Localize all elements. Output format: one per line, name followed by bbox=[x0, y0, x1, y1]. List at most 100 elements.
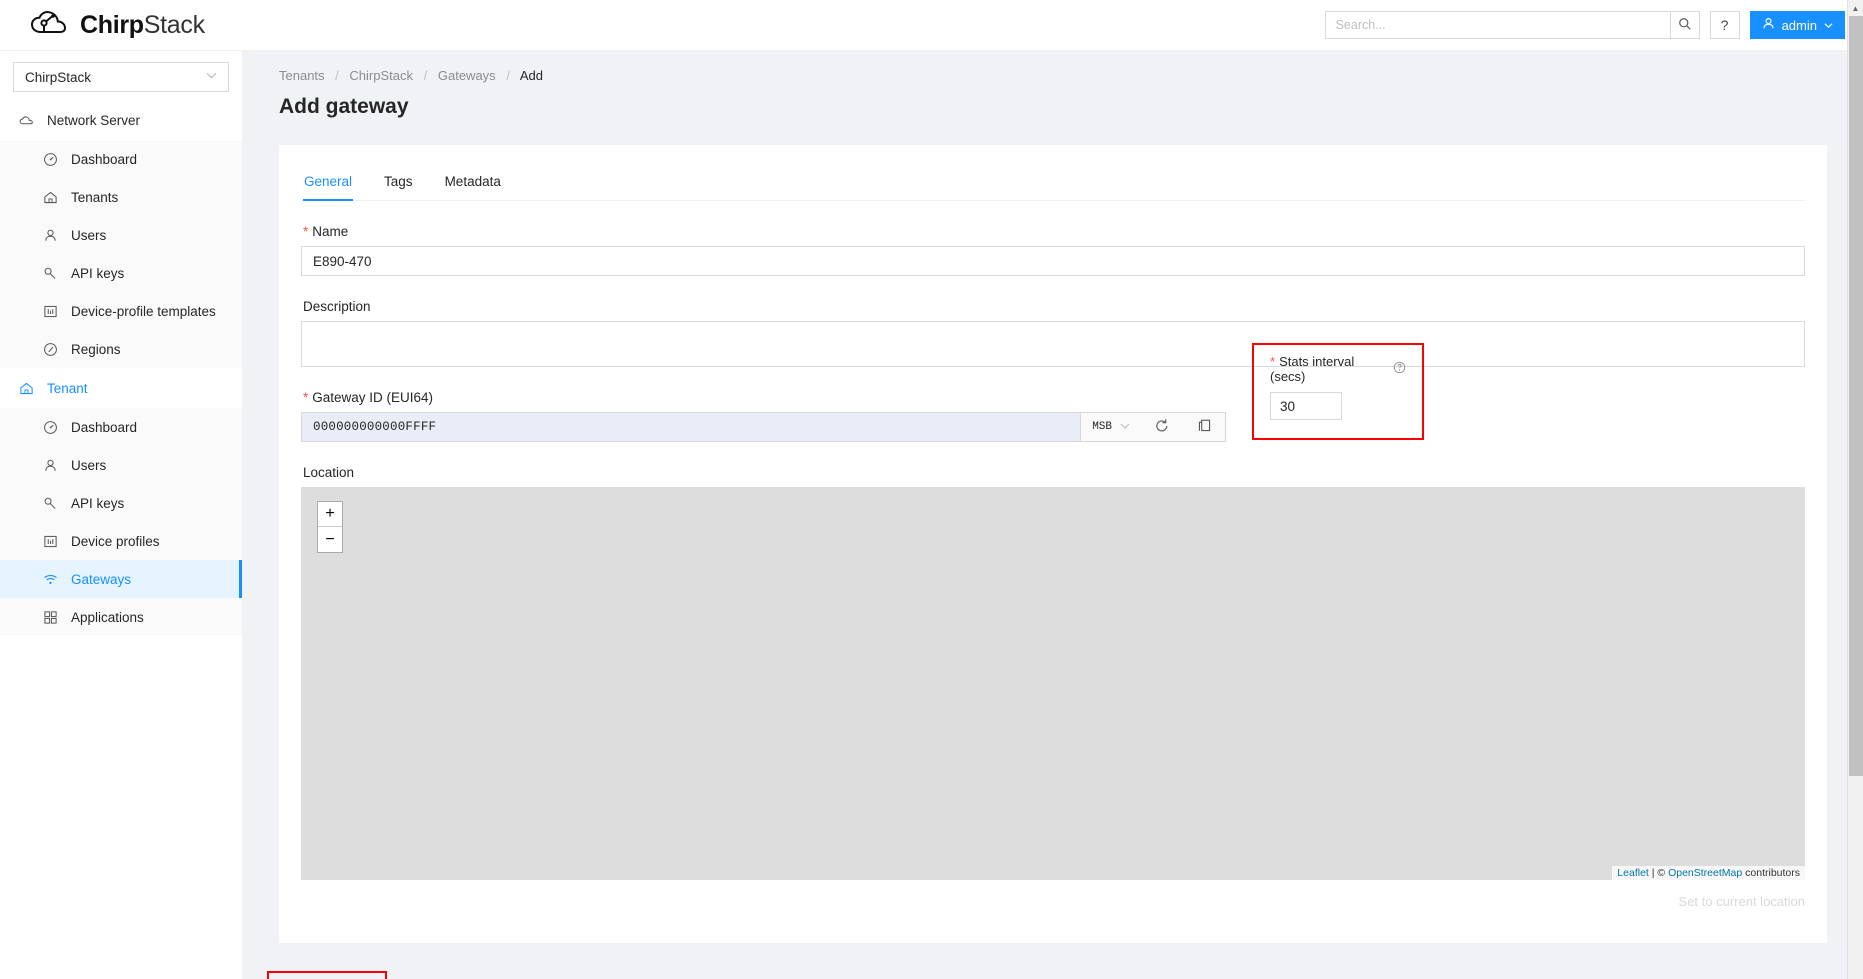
sidebar-item-tenant-dashboard[interactable]: Dashboard bbox=[0, 408, 242, 446]
sidebar-item-tenant-api-keys[interactable]: API keys bbox=[0, 484, 242, 522]
map-zoom-out-button[interactable]: − bbox=[318, 527, 342, 552]
template-icon bbox=[42, 533, 58, 549]
logo-text: ChirpStack bbox=[80, 11, 205, 40]
attribution-separator: | bbox=[1652, 867, 1655, 879]
sidebar-item-label: Users bbox=[71, 228, 106, 243]
location-map[interactable]: + − Leaflet | © OpenStreetM bbox=[301, 487, 1805, 880]
search-icon bbox=[1678, 17, 1692, 34]
wifi-icon bbox=[42, 571, 58, 587]
map-attribution: Leaflet | © OpenStreetMap contributors bbox=[1612, 866, 1805, 880]
sidebar-item-label: Applications bbox=[71, 610, 144, 625]
sidebar-item-label: Device profiles bbox=[71, 534, 160, 549]
tab-general[interactable]: General bbox=[303, 167, 353, 200]
sidebar-item-gateways[interactable]: Gateways bbox=[0, 560, 242, 598]
breadcrumb-item-tenants[interactable]: Tenants bbox=[279, 68, 325, 83]
sidebar-group-tenant[interactable]: Tenant bbox=[0, 368, 242, 408]
sidebar-item-tenant-users[interactable]: Users bbox=[0, 446, 242, 484]
app-header: ChirpStack ? admin bbox=[0, 0, 1863, 51]
name-input[interactable] bbox=[301, 246, 1805, 276]
sidebar-item-label: Gateways bbox=[71, 572, 131, 587]
main-content: Tenants / ChirpStack / Gateways / Add Ad… bbox=[243, 51, 1863, 979]
page-title: Add gateway bbox=[243, 83, 1863, 119]
tenant-selector-value: ChirpStack bbox=[25, 70, 91, 85]
sidebar-item-applications[interactable]: Applications bbox=[0, 598, 242, 636]
header-actions: ? admin bbox=[1325, 11, 1845, 39]
breadcrumb-item-chirpstack[interactable]: ChirpStack bbox=[349, 68, 413, 83]
description-input[interactable] bbox=[301, 321, 1805, 367]
attribution-copyright: © bbox=[1657, 867, 1665, 879]
chevron-down-icon bbox=[1120, 421, 1130, 433]
generate-gateway-id-button[interactable] bbox=[1141, 413, 1183, 441]
help-button[interactable]: ? bbox=[1710, 11, 1740, 39]
search-box bbox=[1325, 11, 1700, 39]
map-zoom-controls: + − bbox=[317, 501, 343, 553]
form-card: General Tags Metadata Name Description G… bbox=[279, 145, 1827, 943]
grid-icon bbox=[42, 609, 58, 625]
gauge-icon bbox=[42, 419, 58, 435]
set-current-location-link[interactable]: Set to current location bbox=[301, 894, 1805, 909]
chevron-down-icon bbox=[206, 70, 217, 84]
user-icon bbox=[42, 227, 58, 243]
template-icon bbox=[42, 303, 58, 319]
sidebar-item-label: Regions bbox=[71, 342, 121, 357]
breadcrumb-separator: / bbox=[335, 68, 339, 83]
byte-order-value: MSB bbox=[1092, 421, 1112, 433]
breadcrumb-item-add: Add bbox=[520, 68, 543, 83]
gateway-id-input[interactable] bbox=[301, 412, 1081, 442]
gauge-icon bbox=[42, 151, 58, 167]
question-circle-icon[interactable] bbox=[1393, 361, 1406, 377]
sidebar-item-regions[interactable]: Regions bbox=[0, 330, 242, 368]
gateway-id-group: Gateway ID (EUI64) MSB bbox=[301, 367, 1226, 442]
description-label: Description bbox=[303, 299, 1805, 314]
key-icon bbox=[42, 265, 58, 281]
user-icon bbox=[1762, 17, 1775, 33]
gateway-id-label: Gateway ID (EUI64) bbox=[303, 390, 1226, 405]
user-icon bbox=[42, 457, 58, 473]
cloud-icon bbox=[18, 112, 34, 128]
copy-icon bbox=[1197, 418, 1212, 436]
chevron-down-icon bbox=[1824, 18, 1833, 33]
leaflet-link[interactable]: Leaflet bbox=[1617, 867, 1649, 879]
sidebar-subnav-tenant: Dashboard Users API keys bbox=[0, 408, 242, 636]
sidebar-item-users[interactable]: Users bbox=[0, 216, 242, 254]
compass-icon bbox=[42, 341, 58, 357]
openstreetmap-link[interactable]: OpenStreetMap bbox=[1668, 867, 1742, 879]
sidebar-item-label: API keys bbox=[71, 496, 124, 511]
attribution-suffix: contributors bbox=[1745, 867, 1800, 879]
breadcrumb-item-gateways[interactable]: Gateways bbox=[438, 68, 496, 83]
sidebar-subnav-network-server: Dashboard Tenants Users bbox=[0, 140, 242, 368]
sidebar-item-label: Dashboard bbox=[71, 420, 137, 435]
scroll-thumb[interactable] bbox=[1849, 16, 1863, 776]
sidebar-item-label: Tenants bbox=[71, 190, 118, 205]
stats-interval-input[interactable] bbox=[1270, 392, 1342, 420]
sidebar-item-label: Device-profile templates bbox=[71, 304, 216, 319]
stats-interval-label-row: Stats interval (secs) bbox=[1270, 354, 1406, 384]
tenant-selector[interactable]: ChirpStack bbox=[13, 62, 229, 92]
scroll-up-arrow[interactable]: ▲ bbox=[1848, 0, 1863, 16]
name-label: Name bbox=[303, 224, 1805, 239]
sidebar-item-label: Dashboard bbox=[71, 152, 137, 167]
tab-metadata[interactable]: Metadata bbox=[444, 167, 502, 200]
sidebar-item-tenants[interactable]: Tenants bbox=[0, 178, 242, 216]
admin-menu-button[interactable]: admin bbox=[1750, 11, 1845, 39]
admin-label: admin bbox=[1782, 18, 1817, 33]
byte-order-select[interactable]: MSB bbox=[1081, 413, 1141, 441]
sidebar-group-label: Network Server bbox=[47, 113, 140, 128]
home-icon bbox=[18, 380, 34, 396]
location-label: Location bbox=[303, 465, 1805, 480]
gateway-id-row: Gateway ID (EUI64) MSB bbox=[301, 367, 1805, 442]
sidebar-item-label: Users bbox=[71, 458, 106, 473]
search-input[interactable] bbox=[1325, 11, 1670, 39]
page-scrollbar[interactable]: ▲ bbox=[1847, 0, 1863, 979]
sidebar-item-api-keys[interactable]: API keys bbox=[0, 254, 242, 292]
sidebar-group-network-server[interactable]: Network Server bbox=[0, 100, 242, 140]
sidebar-item-device-profiles[interactable]: Device profiles bbox=[0, 522, 242, 560]
sidebar: ChirpStack Network Server bbox=[0, 51, 243, 979]
search-button[interactable] bbox=[1670, 11, 1700, 39]
tab-tags[interactable]: Tags bbox=[383, 167, 414, 200]
gateway-id-addons: MSB bbox=[1081, 412, 1226, 442]
copy-gateway-id-button[interactable] bbox=[1183, 413, 1225, 441]
sidebar-item-device-profile-templates[interactable]: Device-profile templates bbox=[0, 292, 242, 330]
map-zoom-in-button[interactable]: + bbox=[318, 502, 342, 527]
sidebar-item-dashboard[interactable]: Dashboard bbox=[0, 140, 242, 178]
